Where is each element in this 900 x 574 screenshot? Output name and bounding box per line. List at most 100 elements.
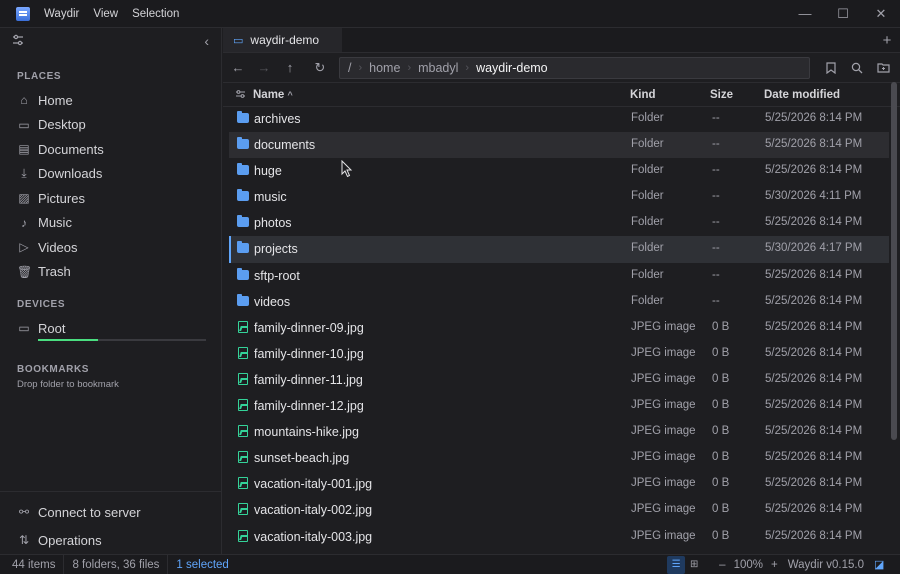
file-row[interactable]: family-dinner-10.jpg JPEG image 0 B 5/25/20… [229, 341, 889, 367]
file-row[interactable]: family-dinner-09.jpg JPEG image 0 B 5/25/20… [229, 315, 889, 341]
file-size: 0 B [712, 425, 730, 438]
sidebar-item-downloads[interactable]: ⤓ Downloads [0, 162, 221, 187]
column-header-size[interactable]: Size [710, 89, 733, 101]
tab-bar: ▭ waydir-demo + [223, 28, 900, 53]
image-file-icon [238, 503, 248, 516]
file-size: -- [712, 294, 720, 307]
zoom-out-button[interactable]: – [719, 559, 725, 571]
file-size: -- [712, 268, 720, 281]
file-date: 5/25/2026 8:14 PM [765, 346, 863, 359]
sidebar-item-documents[interactable]: ▤ Documents [0, 137, 221, 162]
drive-icon: ▭ [18, 321, 30, 336]
folder-icon [237, 137, 249, 150]
tab-waydir-demo[interactable]: ▭ waydir-demo [223, 28, 342, 52]
sidebar-item-videos[interactable]: ▷ Videos [0, 235, 221, 260]
up-button[interactable]: ↑ [277, 55, 303, 81]
file-kind: JPEG image [631, 529, 696, 542]
zoom-in-button[interactable]: + [771, 559, 778, 571]
file-row[interactable]: family-dinner-11.jpg JPEG image 0 B 5/25/20… [229, 367, 889, 393]
image-file-icon [238, 425, 248, 438]
minimize-button[interactable]: — [786, 0, 824, 28]
new-tab-button[interactable]: + [874, 28, 900, 52]
file-row[interactable]: videos Folder -- 5/25/2026 8:14 PM [229, 289, 889, 315]
forward-button[interactable]: → [251, 55, 277, 81]
new-folder-icon[interactable] [870, 55, 896, 81]
file-row[interactable]: mountains-hike.jpg JPEG image 0 B 5/25/2026… [229, 419, 889, 445]
file-row[interactable]: vacation-italy-003.jpg JPEG image 0 B 5/25/… [229, 524, 889, 550]
sidebar-item-desktop[interactable]: ▭ Desktop [0, 113, 221, 138]
file-size: 0 B [712, 477, 730, 490]
operations-icon: ⇅ [18, 533, 30, 547]
file-row[interactable]: projects Folder -- 5/30/2026 4:17 PM [229, 236, 889, 263]
operations-button[interactable]: ⇅ Operations [0, 526, 222, 554]
folder-icon [237, 241, 249, 254]
toolbar: ← → ↑ ↻ / › home › mbadyl › waydir-demo [223, 53, 900, 83]
file-row[interactable]: photos Folder -- 5/25/2026 8:14 PM [229, 210, 889, 236]
sidebar-item-trash[interactable]: 🗑︎ Trash [0, 260, 221, 285]
breadcrumb-root[interactable]: / [348, 61, 351, 75]
bookmark-icon[interactable] [818, 55, 844, 81]
notification-icon[interactable]: ◪ [874, 558, 894, 571]
status-selection: 1 selected [176, 558, 229, 571]
file-name: mountains-hike.jpg [254, 425, 359, 440]
file-row[interactable]: archives Folder -- 5/25/2026 8:14 PM [229, 106, 889, 132]
file-size: -- [712, 242, 720, 255]
menu-selection[interactable]: Selection [132, 8, 179, 20]
file-row[interactable]: documents Folder -- 5/25/2026 8:14 PM [229, 132, 889, 159]
status-item-count: 44 items [0, 555, 65, 574]
back-button[interactable]: ← [225, 55, 251, 81]
scrollbar-thumb[interactable] [891, 82, 897, 440]
file-kind: JPEG image [631, 503, 696, 516]
sidebar-settings-icon[interactable] [12, 34, 24, 49]
menu-view[interactable]: View [93, 8, 118, 20]
close-button[interactable]: ✕ [862, 0, 900, 28]
menu-waydir[interactable]: Waydir [44, 8, 79, 20]
status-bar: 44 items 8 folders, 36 files 1 selected … [0, 554, 900, 574]
devices-heading: DEVICES [17, 299, 66, 310]
file-row[interactable]: sunset-beach.jpg JPEG image 0 B 5/25/2026 8… [229, 445, 889, 471]
refresh-button[interactable]: ↻ [307, 55, 333, 81]
pictures-icon: ▨ [18, 191, 30, 206]
list-view-icon[interactable]: ☰ [667, 555, 686, 574]
sidebar-item-label: Trash [38, 264, 71, 280]
sidebar-item-pictures[interactable]: ▨ Pictures [0, 186, 221, 211]
column-header-kind[interactable]: Kind [630, 89, 656, 101]
folder-icon [237, 189, 249, 202]
drive-usage-bar [38, 339, 206, 341]
file-name: family-dinner-11.jpg [254, 372, 363, 387]
sidebar-item-music[interactable]: ♪ Music [0, 211, 221, 236]
maximize-button[interactable]: ☐ [824, 0, 862, 28]
breadcrumb-mbadyl[interactable]: mbadyl [418, 61, 458, 75]
file-row[interactable]: vacation-italy-002.jpg JPEG image 0 B 5/25/… [229, 497, 889, 523]
sidebar-item-label: Root [38, 320, 66, 336]
file-size: 0 B [712, 346, 730, 359]
file-date: 5/25/2026 8:14 PM [765, 320, 863, 333]
app-logo-icon [16, 6, 30, 21]
column-options-icon[interactable] [235, 89, 246, 102]
file-size: 0 B [712, 320, 730, 333]
sidebar-item-root[interactable]: ▭ Root [0, 316, 221, 341]
sidebar-item-label: Videos [38, 239, 78, 255]
path-bar[interactable]: / › home › mbadyl › waydir-demo [339, 56, 810, 79]
grid-view-icon[interactable]: ⊞ [685, 556, 703, 574]
collapse-sidebar-icon[interactable]: ‹ [204, 33, 209, 49]
file-row[interactable]: music Folder -- 5/30/2026 4:11 PM [229, 184, 889, 210]
file-row[interactable]: huge Folder -- 5/25/2026 8:14 PM [229, 158, 889, 184]
file-row[interactable]: vacation-italy-001.jpg JPEG image 0 B 5/25/… [229, 471, 889, 497]
file-row[interactable]: sftp-root Folder -- 5/25/2026 8:14 PM [229, 263, 889, 289]
drive-usage-fill [38, 339, 99, 341]
folder-icon [237, 215, 249, 228]
file-size: -- [712, 138, 720, 151]
search-icon[interactable] [844, 55, 870, 81]
file-size: -- [712, 164, 720, 177]
sidebar-item-home[interactable]: ⌂ Home [0, 88, 221, 113]
column-header-row: Name ^ Kind Size Date modified [223, 83, 900, 107]
breadcrumb-home[interactable]: home [369, 61, 400, 75]
connect-to-server-button[interactable]: ⚯ Connect to server [0, 498, 222, 526]
column-header-name[interactable]: Name ^ [253, 89, 293, 101]
home-icon: ⌂ [20, 93, 28, 108]
column-header-date[interactable]: Date modified [764, 89, 840, 101]
breadcrumb-waydir-demo[interactable]: waydir-demo [476, 61, 548, 75]
file-row[interactable]: family-dinner-12.jpg JPEG image 0 B 5/25/20… [229, 393, 889, 419]
sidebar-item-label: Desktop [38, 117, 86, 133]
